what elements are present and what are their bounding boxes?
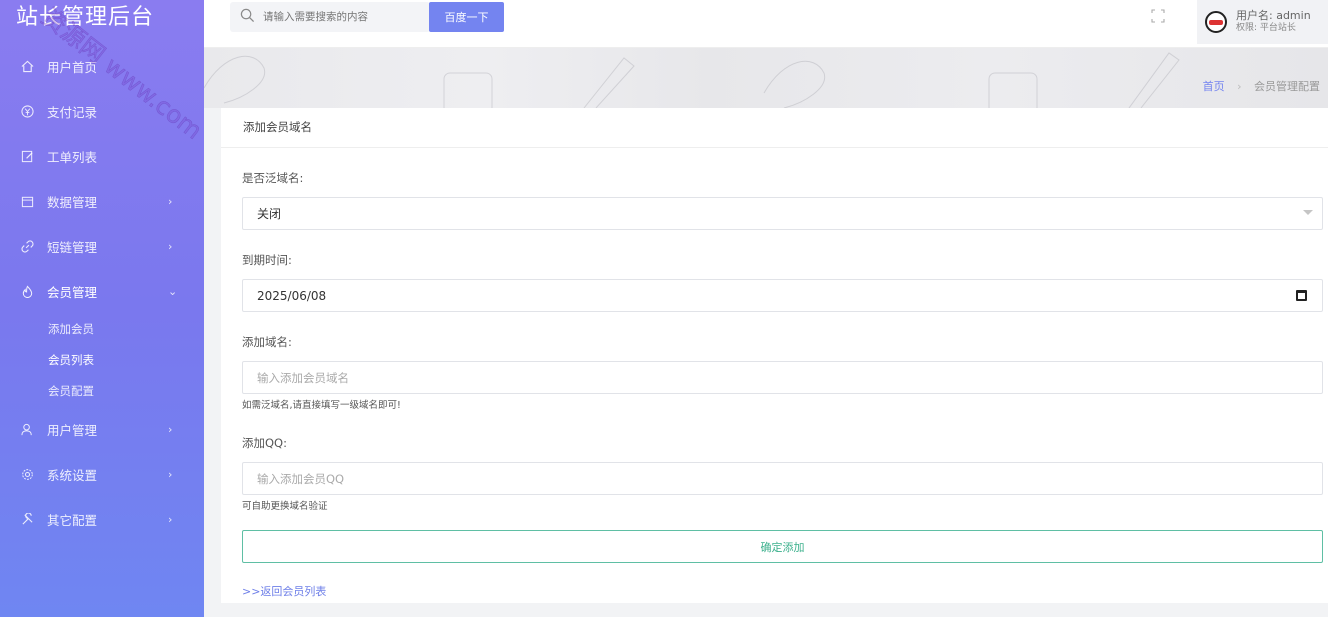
chevron-down-icon: ⌄ bbox=[168, 285, 178, 298]
fire-icon bbox=[20, 285, 34, 299]
calendar-picker-icon[interactable] bbox=[1296, 290, 1307, 301]
sidebar-item-payment-records[interactable]: 支付记录 bbox=[0, 89, 204, 134]
search-icon bbox=[240, 8, 255, 26]
sidebar-item-label: 短链管理 bbox=[47, 240, 98, 255]
chevron-right-icon: › bbox=[168, 468, 173, 481]
caret-down-icon bbox=[1303, 210, 1313, 215]
avatar bbox=[1205, 11, 1227, 33]
sidebar-item-label: 系统设置 bbox=[47, 468, 98, 483]
user-icon bbox=[20, 423, 34, 437]
qq-hint: 可自助更换域名验证 bbox=[242, 501, 328, 512]
card-title: 添加会员域名 bbox=[221, 108, 1328, 148]
sidebar-item-label: 工单列表 bbox=[47, 150, 98, 165]
brand-title: 站长管理后台 bbox=[16, 5, 155, 30]
sidebar-item-member-management[interactable]: 会员管理 ⌄ bbox=[0, 269, 204, 314]
domain-input[interactable]: 输入添加会员域名 bbox=[242, 361, 1323, 394]
sidebar-item-shortlink-management[interactable]: 短链管理 › bbox=[0, 224, 204, 269]
sidebar-item-label: 用户首页 bbox=[47, 60, 98, 75]
calendar-icon bbox=[20, 195, 34, 209]
breadcrumb-separator: › bbox=[1237, 80, 1242, 93]
domain-hint: 如需泛域名,请直接填写一级域名即可! bbox=[242, 400, 401, 411]
sidebar-item-user-home[interactable]: 用户首页 bbox=[0, 44, 204, 89]
page-banner: 首页 › 会员管理配置 bbox=[204, 48, 1328, 108]
expire-date-field[interactable]: 2025/06/08 bbox=[242, 279, 1323, 312]
chevron-right-icon: › bbox=[168, 195, 173, 208]
sidebar-item-label: 其它配置 bbox=[47, 513, 98, 528]
search-button[interactable]: 百度一下 bbox=[429, 2, 504, 32]
sidebar-item-data-management[interactable]: 数据管理 › bbox=[0, 179, 204, 224]
breadcrumb: 首页 › 会员管理配置 bbox=[1203, 78, 1320, 94]
add-domain-form: 是否泛域名: 关闭 到期时间: 2025/06/08 添加域名: 输入添加会员域… bbox=[221, 170, 1328, 599]
gear-icon bbox=[20, 468, 34, 482]
breadcrumb-home[interactable]: 首页 bbox=[1203, 80, 1225, 93]
user-info: 用户名: admin 权限: 平台站长 bbox=[1236, 10, 1311, 34]
search-box bbox=[230, 2, 430, 32]
submenu-item-member-config[interactable]: 会员配置 bbox=[0, 376, 204, 407]
qq-input[interactable]: 输入添加会员QQ bbox=[242, 462, 1323, 495]
add-member-domain-card: 添加会员域名 是否泛域名: 关闭 到期时间: 2025/06/08 添加域名: … bbox=[221, 108, 1328, 603]
domain-input-placeholder: 输入添加会员域名 bbox=[257, 370, 349, 385]
expire-date-value: 2025/06/08 bbox=[257, 288, 327, 303]
sidebar-item-user-management[interactable]: 用户管理 › bbox=[0, 407, 204, 452]
fullscreen-icon[interactable] bbox=[1150, 8, 1166, 24]
sidebar-nav-lower: 用户管理 › 系统设置 › 其它配置 › bbox=[0, 407, 204, 542]
link-icon bbox=[20, 240, 34, 254]
chevron-right-icon: › bbox=[168, 423, 173, 436]
qq-input-placeholder: 输入添加会员QQ bbox=[257, 471, 345, 486]
sidebar-item-other-config[interactable]: 其它配置 › bbox=[0, 497, 204, 542]
breadcrumb-current: 会员管理配置 bbox=[1254, 80, 1320, 93]
sidebar-item-label: 用户管理 bbox=[47, 423, 98, 438]
yen-icon bbox=[20, 105, 34, 119]
submit-add-button[interactable]: 确定添加 bbox=[242, 530, 1323, 563]
sidebar-nav: 用户首页 支付记录 工单列表 数据管理 › 短链管理 › 会员管理 ⌄ bbox=[0, 44, 204, 314]
banner-illustration bbox=[204, 52, 1180, 108]
submenu-item-member-list[interactable]: 会员列表 bbox=[0, 345, 204, 376]
sidebar-item-system-settings[interactable]: 系统设置 › bbox=[0, 452, 204, 497]
tools-icon bbox=[20, 513, 34, 527]
chevron-right-icon: › bbox=[168, 240, 173, 253]
member-submenu: 添加会员 会员列表 会员配置 bbox=[0, 314, 204, 407]
expire-label: 到期时间: bbox=[242, 253, 292, 267]
edit-icon bbox=[20, 150, 34, 164]
sidebar-item-label: 会员管理 bbox=[47, 285, 98, 300]
domain-label: 添加域名: bbox=[242, 335, 292, 349]
top-header: 百度一下 用户名: admin 权限: 平台站长 bbox=[204, 0, 1328, 48]
wildcard-label: 是否泛域名: bbox=[242, 171, 304, 185]
sidebar: 站长管理后台 用户首页 支付记录 工单列表 数据管理 › 短链管理 › 会员管理… bbox=[0, 0, 204, 617]
search-input[interactable] bbox=[263, 11, 413, 23]
qq-label: 添加QQ: bbox=[242, 436, 287, 450]
wildcard-select[interactable]: 关闭 bbox=[242, 197, 1323, 230]
back-to-member-list-link[interactable]: >>返回会员列表 bbox=[242, 583, 326, 599]
user-name: 用户名: admin bbox=[1236, 9, 1311, 22]
sidebar-item-label: 数据管理 bbox=[47, 195, 98, 210]
submenu-item-add-member[interactable]: 添加会员 bbox=[0, 314, 204, 345]
user-menu[interactable]: 用户名: admin 权限: 平台站长 bbox=[1197, 0, 1328, 44]
user-role: 权限: 平台站长 bbox=[1236, 23, 1296, 33]
sidebar-item-label: 支付记录 bbox=[47, 105, 98, 120]
wildcard-select-value: 关闭 bbox=[257, 207, 282, 221]
sidebar-item-tickets[interactable]: 工单列表 bbox=[0, 134, 204, 179]
chevron-right-icon: › bbox=[168, 513, 173, 526]
home-icon bbox=[20, 60, 34, 74]
